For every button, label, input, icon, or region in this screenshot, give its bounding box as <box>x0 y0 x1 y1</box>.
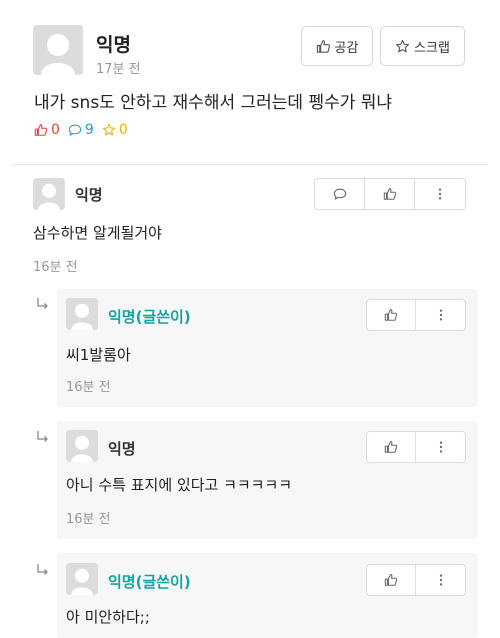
scrap-count-stat: 0 <box>102 122 128 138</box>
more-vertical-icon <box>434 573 448 587</box>
reply-like-button[interactable] <box>367 300 417 330</box>
thumbs-up-icon <box>34 123 48 137</box>
reply-actions <box>366 431 466 463</box>
post-avatar <box>33 25 83 75</box>
comment-actions <box>314 178 466 210</box>
post-author: 익명 <box>96 34 131 56</box>
like-count-stat: 0 <box>34 122 60 138</box>
reply-arrow-icon <box>36 297 50 311</box>
reply-actions <box>366 564 466 596</box>
star-icon <box>395 39 410 54</box>
post-like-button[interactable]: 공감 <box>301 26 373 66</box>
comment-time: 16분 전 <box>33 260 78 275</box>
reply-avatar <box>66 563 98 595</box>
comment-count-stat: 9 <box>68 122 94 138</box>
reply-like-button[interactable] <box>367 565 417 595</box>
post-like-label: 공감 <box>334 40 359 56</box>
post-scrap-button[interactable]: 스크랩 <box>380 26 465 66</box>
profile-placeholder-icon <box>66 298 98 330</box>
profile-placeholder-icon <box>66 563 98 595</box>
reply-actions <box>366 299 466 331</box>
post-stats: 0 9 0 <box>34 122 128 138</box>
post-scrap-label: 스크랩 <box>414 40 450 56</box>
reply-author: 익명(글쓴이) <box>108 573 191 591</box>
thumbs-up-icon <box>384 440 398 454</box>
reply-time: 16분 전 <box>66 512 111 527</box>
star-icon <box>102 123 116 137</box>
comment-body: 삼수하면 알게될거야 <box>33 224 162 242</box>
divider <box>12 164 488 165</box>
reply-arrow-icon <box>36 563 50 577</box>
post-time: 17분 전 <box>96 62 141 77</box>
more-vertical-icon <box>434 308 448 322</box>
reply-body: 아 미안하다;; <box>66 608 150 626</box>
reply-body: 씨1발롬아 <box>66 346 131 364</box>
reply-more-button[interactable] <box>416 565 465 595</box>
reply-time: 16분 전 <box>66 380 111 395</box>
profile-placeholder-icon <box>33 178 65 210</box>
reply-author: 익명 <box>108 440 136 458</box>
reply-more-button[interactable] <box>416 432 465 462</box>
like-count: 0 <box>51 122 60 138</box>
profile-placeholder-icon <box>33 25 83 75</box>
reply-body: 아니 수특 표지에 있다고 ㅋㅋㅋㅋㅋ <box>66 476 293 494</box>
more-vertical-icon <box>434 440 448 454</box>
comment-like-button[interactable] <box>365 179 415 209</box>
comment-icon <box>333 187 347 201</box>
reply-more-button[interactable] <box>416 300 465 330</box>
comment-avatar <box>33 178 65 210</box>
scrap-count: 0 <box>118 122 128 138</box>
comment-more-button[interactable] <box>415 179 465 209</box>
reply-avatar <box>66 298 98 330</box>
thumbs-up-icon <box>383 187 397 201</box>
post-body: 내가 sns도 안하고 재수해서 그러는데 펭수가 뭐냐 <box>34 93 393 113</box>
reply-like-button[interactable] <box>367 432 417 462</box>
reply-arrow-icon <box>36 430 50 444</box>
comment-count: 9 <box>84 122 94 138</box>
comment-author: 익명 <box>75 186 103 204</box>
thumbs-up-icon <box>384 573 398 587</box>
thumbs-up-icon <box>316 39 331 54</box>
more-vertical-icon <box>433 187 447 201</box>
comment-reply-button[interactable] <box>315 179 365 209</box>
comment-icon <box>68 123 82 137</box>
reply-author: 익명(글쓴이) <box>108 308 191 326</box>
reply-avatar <box>66 430 98 462</box>
profile-placeholder-icon <box>66 430 98 462</box>
thumbs-up-icon <box>384 308 398 322</box>
